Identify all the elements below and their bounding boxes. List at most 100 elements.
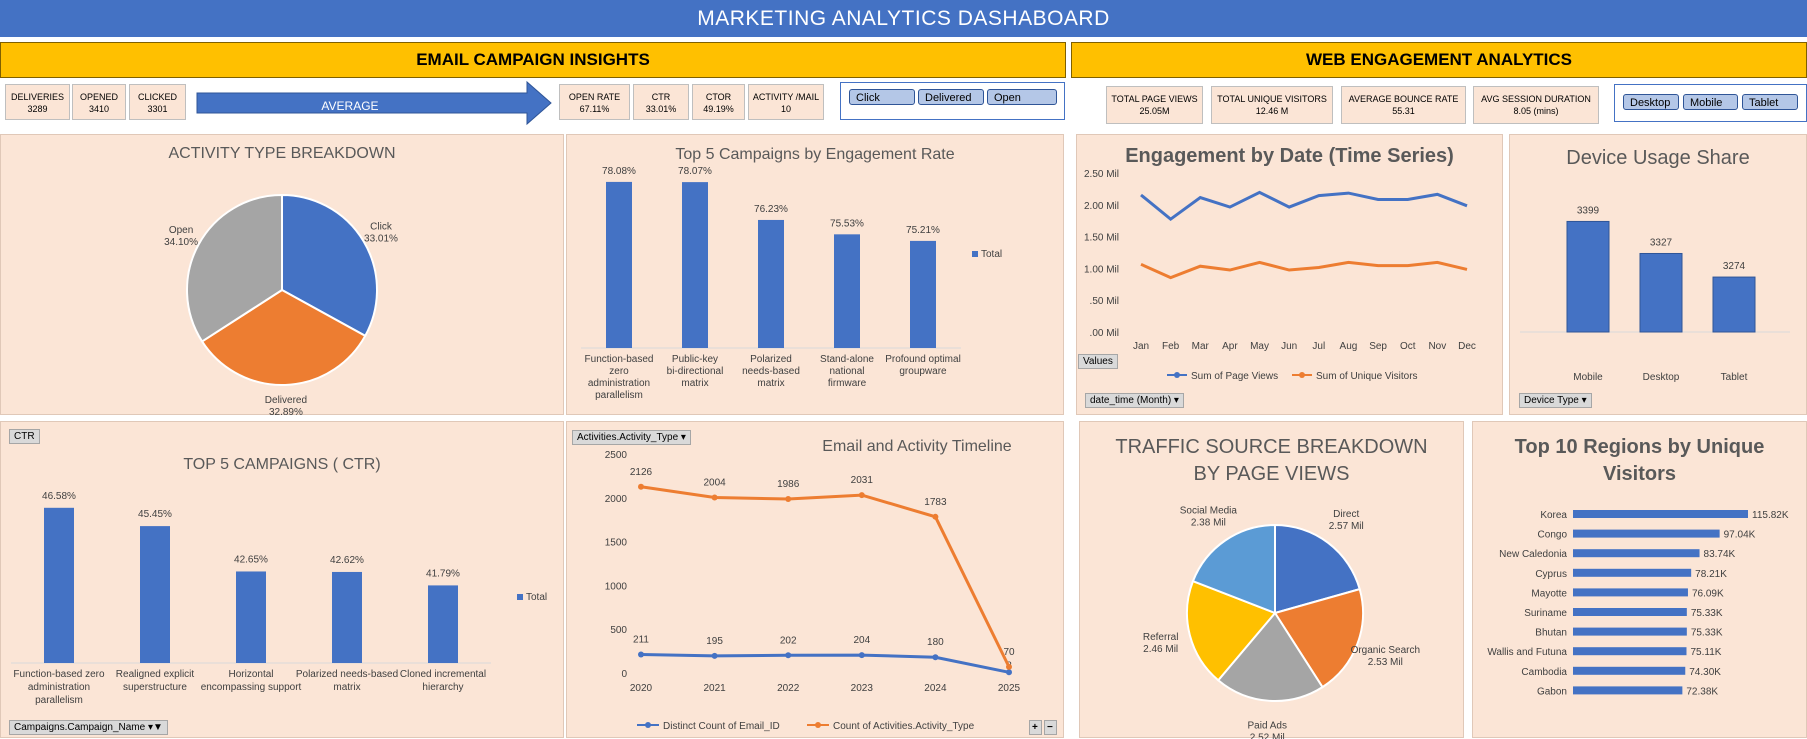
legend-label: Sum of Page Views <box>1191 371 1278 382</box>
bar-data-label: 78.07% <box>678 166 712 177</box>
device-bar-chart: 3399 Mobile 3327 Desktop 3274 Tablet <box>1520 205 1790 383</box>
x-tick-label: Jun <box>1281 341 1297 352</box>
data-point <box>785 496 792 503</box>
device-type-filter-label: Device Type <box>1524 395 1579 406</box>
expand-button[interactable]: + <box>1029 720 1042 735</box>
series-line <box>1140 190 1468 222</box>
data-label: 211 <box>633 635 649 646</box>
pie-slice-value: 2.53 Mil <box>1368 657 1403 668</box>
pie-slice-name: Organic Search <box>1351 645 1420 656</box>
data-label: 180 <box>927 637 944 648</box>
pie-slice-name: Paid Ads <box>1248 721 1287 732</box>
x-tick-label: needs-based <box>742 366 800 377</box>
x-tick-label: Nov <box>1428 341 1446 352</box>
bar-data-label: 74.30K <box>1689 667 1721 678</box>
kpi-total-unique-visitors: TOTAL UNIQUE VISITORS 12.46 M <box>1211 86 1333 124</box>
y-tick-label: 1500 <box>605 538 628 549</box>
bar-data-label: 75.33K <box>1691 628 1723 639</box>
data-point <box>932 654 939 661</box>
bar <box>140 526 170 663</box>
kpi-total-page-views: TOTAL PAGE VIEWS 25.05M <box>1106 86 1203 124</box>
x-tick-label: Jul <box>1312 341 1325 352</box>
pie-slice-value: 33.01% <box>364 233 398 244</box>
bar <box>1573 588 1688 597</box>
pie-slice-name: Open <box>169 225 193 236</box>
activity-breakdown-panel: ACTIVITY TYPE BREAKDOWN Click 33.01% Deliv… <box>0 134 564 416</box>
bar <box>1573 608 1687 616</box>
kpi-label: OPENED <box>79 92 118 102</box>
slicer-mobile-button[interactable]: Mobile <box>1683 94 1738 110</box>
x-tick-label: encompassing support <box>201 682 302 693</box>
x-tick-label: Oct <box>1400 341 1416 352</box>
campaign-name-filter[interactable]: Campaigns.Campaign_Name ▾▼ <box>9 720 168 735</box>
slicer-tablet-button[interactable]: Tablet <box>1742 94 1798 110</box>
legend-marker <box>1174 372 1180 378</box>
kpi-activity-per-mail: ACTIVITY /MAIL 10 <box>748 84 824 120</box>
slicer-delivered-button[interactable]: Delivered <box>918 89 984 105</box>
bar <box>1573 666 1686 675</box>
y-tick-label: .50 Mil <box>1090 296 1119 307</box>
x-tick-label: Aug <box>1340 341 1358 352</box>
collapse-button[interactable]: − <box>1044 720 1057 735</box>
bar-data-label: 41.79% <box>426 568 460 579</box>
kpi-average-bounce-rate: AVERAGE BOUNCE RATE 55.31 <box>1341 86 1466 124</box>
y-category-label: Wallis and Futuna <box>1487 647 1567 658</box>
bar-data-label: 42.65% <box>234 554 268 565</box>
x-tick-label: Dec <box>1458 341 1476 352</box>
pie-slice-name: Click <box>370 221 393 232</box>
y-category-label: Bhutan <box>1535 628 1567 639</box>
kpi-opened: OPENED 3410 <box>72 84 126 120</box>
pie-slice-value: 34.10% <box>164 237 198 248</box>
bar <box>428 585 458 663</box>
legend-marker <box>645 722 651 728</box>
x-tick-label: Polarized <box>750 354 792 365</box>
x-tick-label: firmware <box>828 378 867 389</box>
timeline-panel: Activities.Activity_Type ▾ Email and Act… <box>566 421 1064 738</box>
bar <box>682 182 708 348</box>
x-tick-label: Horizontal <box>228 669 273 680</box>
kpi-value: 67.11% <box>579 104 610 114</box>
x-tick-label: Function-based <box>585 354 654 365</box>
data-point <box>785 652 792 659</box>
regions-bar-chart: Korea 115.82K Congo 97.04K New Caledonia 83.7… <box>1487 510 1789 697</box>
series-line <box>640 485 1011 668</box>
kpi-value: 8.05 (mins) <box>1513 106 1559 116</box>
x-tick-label: Tablet <box>1721 372 1748 383</box>
legend-marker <box>1299 372 1305 378</box>
data-point <box>858 652 865 659</box>
slicer-desktop-button[interactable]: Desktop <box>1623 94 1679 110</box>
x-tick-label: groupware <box>899 366 947 377</box>
bar-data-label: 3327 <box>1650 237 1673 248</box>
data-label: 202 <box>780 635 797 646</box>
x-tick-label: bi-directional <box>667 366 724 377</box>
kpi-label: DELIVERIES <box>10 92 65 102</box>
kpi-label: CLICKED <box>137 92 177 102</box>
pie-slice-value: 2.57 Mil <box>1329 521 1364 532</box>
pie-slice-value: 2.52 Mil <box>1250 733 1285 739</box>
bar <box>1566 220 1610 333</box>
kpi-value: 25.05M <box>1139 106 1170 116</box>
pie-slice-value: 32.89% <box>269 407 303 416</box>
legend-label: Count of Activities.Activity_Type <box>833 721 975 732</box>
bar <box>910 240 936 348</box>
y-category-label: Gabon <box>1537 686 1567 697</box>
y-category-label: Congo <box>1538 530 1568 541</box>
top5-ctr-bar-chart: 46.58% Function-based zero administration p… <box>11 491 547 706</box>
date-month-filter-label: date_time (Month) <box>1090 395 1172 406</box>
data-label: 2031 <box>851 475 874 486</box>
device-type-filter[interactable]: Device Type ▾ <box>1519 393 1592 408</box>
y-category-label: Korea <box>1540 510 1567 521</box>
slicer-click-button[interactable]: Click <box>849 89 915 105</box>
date-month-filter[interactable]: date_time (Month) ▾ <box>1085 393 1184 408</box>
bar <box>1573 647 1687 656</box>
y-category-label: Suriname <box>1524 608 1567 619</box>
bar-data-label: 75.21% <box>906 225 940 236</box>
data-point <box>711 494 718 501</box>
y-tick-label: 0 <box>621 669 627 680</box>
data-point <box>858 492 865 499</box>
pie-slice-name: Referral <box>1143 632 1179 643</box>
bar-data-label: 45.45% <box>138 509 172 520</box>
values-field-button[interactable]: Values <box>1078 354 1118 369</box>
slicer-open-button[interactable]: Open <box>987 89 1057 105</box>
bar-data-label: 75.11K <box>1690 647 1721 658</box>
